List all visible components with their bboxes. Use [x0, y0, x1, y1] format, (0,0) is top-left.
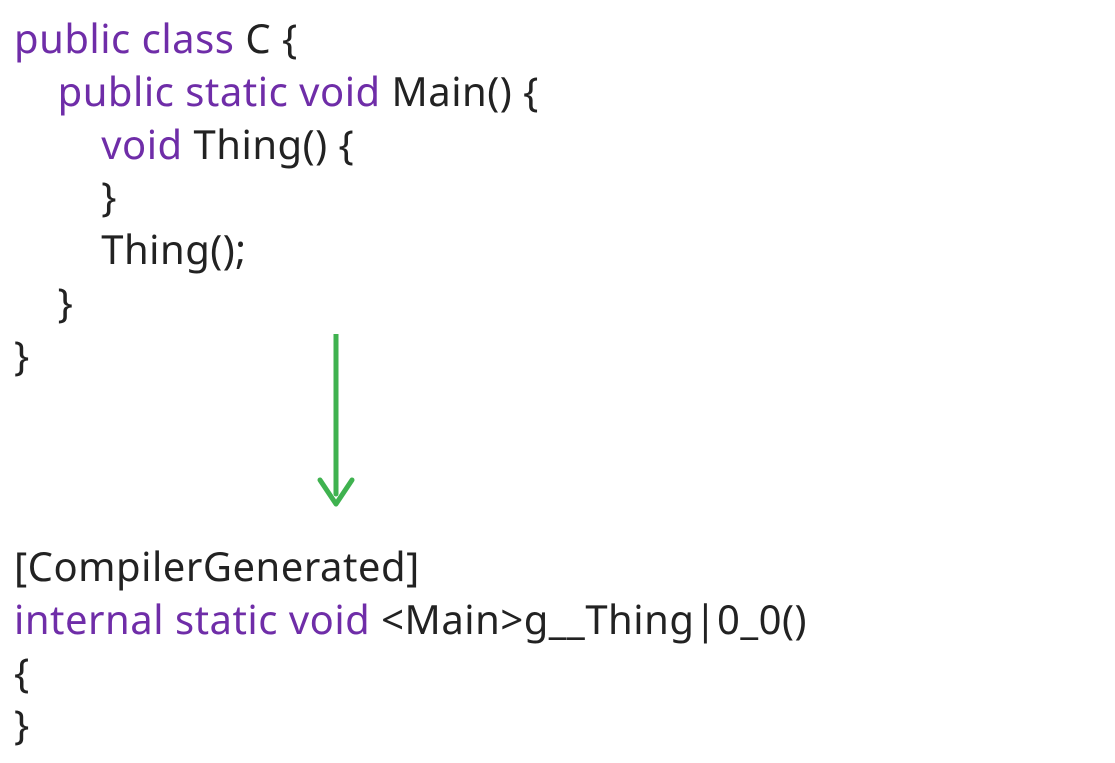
keyword: public static void [58, 63, 381, 118]
code-text: C { [234, 10, 297, 65]
keyword: public class [14, 10, 234, 65]
code-text: <Main>g__Thing|0_0() [370, 591, 807, 646]
code-text: } [14, 168, 117, 223]
code-text: } [14, 327, 30, 382]
code-block-top: public class C { public static void Main… [0, 0, 1115, 763]
code-text: Thing(); [14, 221, 247, 276]
keyword: void [101, 116, 182, 171]
code-text: } [14, 274, 73, 329]
indent [14, 63, 58, 118]
indent [14, 116, 101, 171]
code-text: Thing() { [183, 116, 355, 171]
code-text: { [14, 644, 30, 699]
code-text: Main() { [381, 63, 539, 118]
code-text: } [14, 696, 30, 751]
code-text: [CompilerGenerated] [14, 538, 420, 593]
keyword: internal static void [14, 591, 370, 646]
